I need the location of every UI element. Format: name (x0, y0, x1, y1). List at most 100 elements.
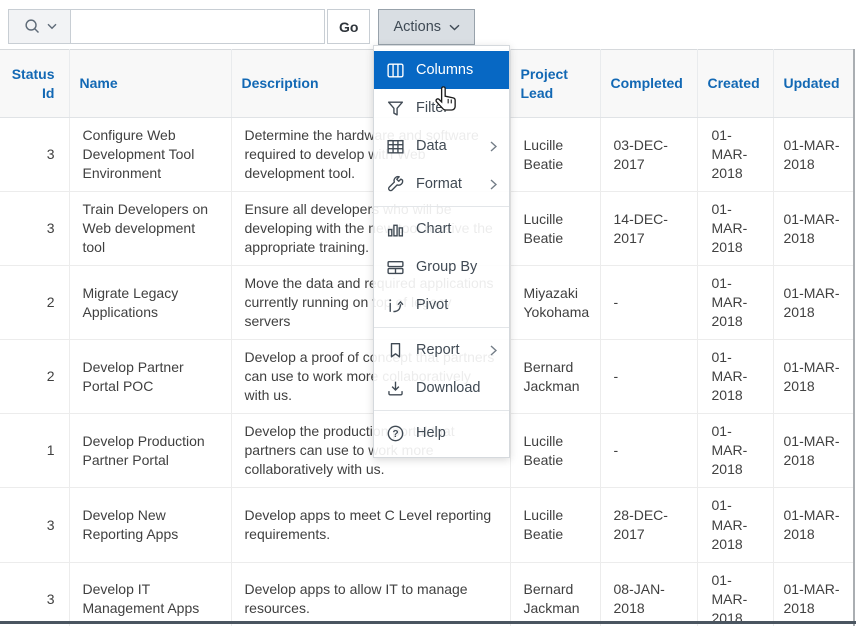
cell-project-lead: Lucille Beatie (510, 414, 600, 488)
actions-button[interactable]: Actions (378, 9, 475, 45)
menu-item-label: Report (416, 342, 460, 358)
cell-created: 01-MAR-2018 (697, 118, 773, 192)
cell-name: Migrate Legacy Applications (69, 266, 231, 340)
cell-created: 01-MAR-2018 (697, 266, 773, 340)
data-icon (386, 137, 405, 156)
table-right-border (853, 49, 855, 626)
chevron-right-icon (490, 141, 497, 152)
menu-item-help[interactable]: ? Help (374, 414, 509, 452)
cell-project-lead: Lucille Beatie (510, 192, 600, 266)
menu-item-label: Group By (416, 259, 477, 275)
cell-name: Develop IT Management Apps (69, 562, 231, 626)
magnifier-icon (23, 17, 42, 36)
cell-created: 01-MAR-2018 (697, 488, 773, 562)
cell-project-lead: Bernard Jackman (510, 562, 600, 626)
cell-description: Develop apps to allow IT to manage resou… (231, 562, 510, 626)
cell-created: 01-MAR-2018 (697, 562, 773, 626)
cell-updated: 01-MAR-2018 (773, 562, 853, 626)
column-header-created[interactable]: Created (697, 50, 773, 118)
cell-status-id: 2 (0, 266, 69, 340)
cell-project-lead: Miyazaki Yokohama (510, 266, 600, 340)
column-header-project-lead[interactable]: Project Lead (510, 50, 600, 118)
pivot-icon (386, 296, 405, 315)
menu-item-group-by[interactable]: Group By (374, 248, 509, 286)
menu-item-download[interactable]: Download (374, 369, 509, 407)
menu-item-pivot[interactable]: Pivot (374, 286, 509, 324)
menu-item-columns[interactable]: Columns (374, 51, 509, 89)
chevron-right-icon (490, 345, 497, 356)
cell-created: 01-MAR-2018 (697, 340, 773, 414)
chart-icon (386, 220, 405, 239)
cell-status-id: 2 (0, 340, 69, 414)
interactive-report-page: Go Actions Status IdNameDescriptionProje… (0, 0, 856, 626)
cell-updated: 01-MAR-2018 (773, 266, 853, 340)
cell-name: Configure Web Development Tool Environme… (69, 118, 231, 192)
cell-completed: - (600, 414, 697, 488)
columns-icon (386, 61, 405, 80)
table-bottom-border (0, 621, 856, 624)
chevron-right-icon (490, 179, 497, 190)
svg-text:?: ? (392, 428, 398, 439)
format-icon (386, 175, 405, 194)
cell-completed: - (600, 340, 697, 414)
cell-completed: 14-DEC-2017 (600, 192, 697, 266)
actions-menu: Columns Filter Data Format Chart Group By Pivo… (373, 45, 510, 458)
menu-separator (374, 327, 509, 328)
column-header-completed[interactable]: Completed (600, 50, 697, 118)
column-header-name[interactable]: Name (69, 50, 231, 118)
cell-completed: 08-JAN-2018 (600, 562, 697, 626)
cell-status-id: 3 (0, 118, 69, 192)
menu-item-filter[interactable]: Filter (374, 89, 509, 127)
report-toolbar: Go Actions (0, 0, 856, 49)
cell-name: Develop Partner Portal POC (69, 340, 231, 414)
cell-status-id: 1 (0, 414, 69, 488)
menu-item-format[interactable]: Format (374, 165, 509, 203)
cell-created: 01-MAR-2018 (697, 414, 773, 488)
download-icon (386, 379, 405, 398)
cell-updated: 01-MAR-2018 (773, 192, 853, 266)
cell-completed: - (600, 266, 697, 340)
table-row: 3Develop New Reporting AppsDevelop apps … (0, 488, 853, 562)
cell-created: 01-MAR-2018 (697, 192, 773, 266)
menu-item-data[interactable]: Data (374, 127, 509, 165)
cell-status-id: 3 (0, 192, 69, 266)
column-header-status-id[interactable]: Status Id (0, 50, 69, 118)
menu-item-label: Filter (416, 100, 448, 116)
cell-updated: 01-MAR-2018 (773, 340, 853, 414)
help-icon: ? (386, 424, 405, 443)
chevron-down-icon (47, 23, 57, 30)
cell-name: Develop New Reporting Apps (69, 488, 231, 562)
cell-status-id: 3 (0, 488, 69, 562)
menu-item-label: Download (416, 380, 481, 396)
menu-item-label: Columns (416, 62, 473, 78)
menu-item-report[interactable]: Report (374, 331, 509, 369)
menu-item-label: Chart (416, 221, 451, 237)
chevron-down-icon (449, 24, 460, 31)
cell-status-id: 3 (0, 562, 69, 626)
cell-completed: 03-DEC-2017 (600, 118, 697, 192)
search-input[interactable] (71, 10, 324, 43)
cell-updated: 01-MAR-2018 (773, 414, 853, 488)
cell-name: Train Developers on Web development tool (69, 192, 231, 266)
column-header-updated[interactable]: Updated (773, 50, 853, 118)
go-button[interactable]: Go (327, 9, 370, 44)
actions-button-label: Actions (393, 19, 441, 35)
table-row: 3Develop IT Management AppsDevelop apps … (0, 562, 853, 626)
cell-updated: 01-MAR-2018 (773, 488, 853, 562)
menu-item-chart[interactable]: Chart (374, 210, 509, 248)
menu-separator (374, 206, 509, 207)
menu-separator (374, 410, 509, 411)
menu-item-label: Pivot (416, 297, 448, 313)
cell-completed: 28-DEC-2017 (600, 488, 697, 562)
report-icon (386, 341, 405, 360)
cell-name: Develop Production Partner Portal (69, 414, 231, 488)
search-options-button[interactable] (9, 10, 71, 43)
cell-project-lead: Lucille Beatie (510, 488, 600, 562)
menu-item-label: Format (416, 176, 462, 192)
search-bar (8, 9, 325, 44)
group-by-icon (386, 258, 405, 277)
menu-item-label: Help (416, 425, 446, 441)
menu-item-label: Data (416, 138, 447, 154)
cell-project-lead: Lucille Beatie (510, 118, 600, 192)
filter-icon (386, 99, 405, 118)
